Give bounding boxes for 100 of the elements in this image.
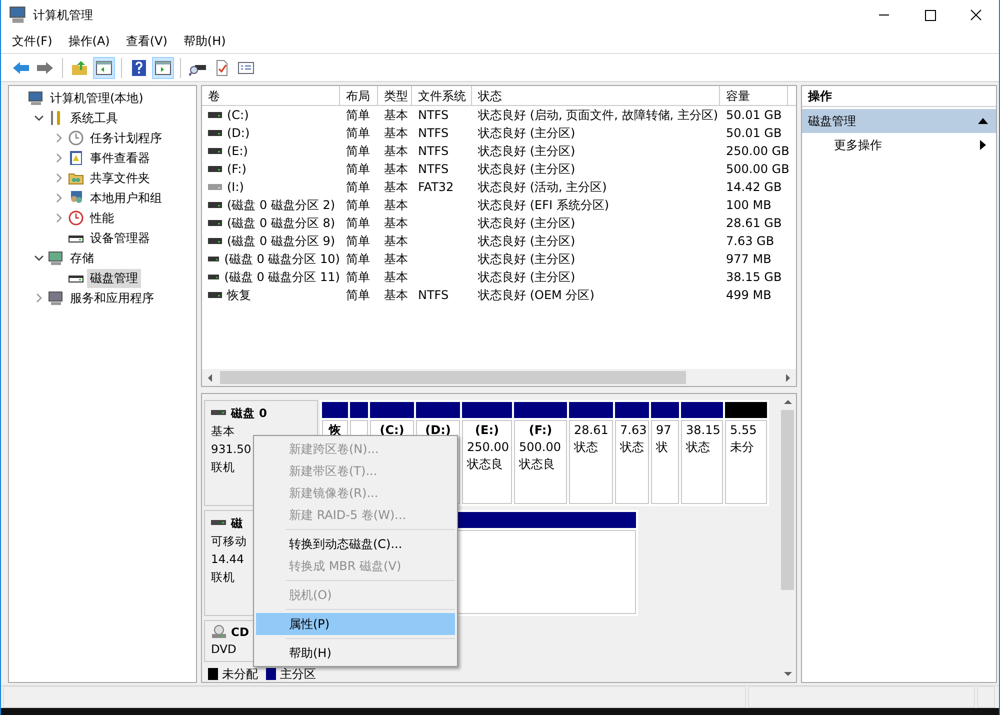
actions-section[interactable]: 磁盘管理 [802, 109, 996, 133]
status-cell: 状态良好 (主分区) [478, 160, 576, 178]
action-link[interactable]: 更多操作 [834, 136, 882, 154]
disk-info: 联机 [211, 459, 235, 475]
layout-cell: 简单 [346, 214, 370, 232]
chevron-right-icon[interactable] [54, 213, 64, 223]
partition-box[interactable]: 97 状 [651, 420, 679, 504]
partition-size: 5.55 [730, 422, 758, 439]
pane-icon[interactable] [93, 56, 115, 78]
chevron-right-icon[interactable] [54, 173, 64, 183]
layout-cell: 简单 [346, 106, 370, 124]
filesystem-cell: NTFS [418, 126, 449, 140]
layout-cell: 简单 [346, 178, 370, 196]
type-cell: 基本 [384, 286, 408, 304]
tree-item[interactable]: 存储 [67, 248, 97, 268]
capacity-cell: 499 MB [726, 288, 772, 302]
type-cell: 基本 [384, 142, 408, 160]
window-title: 计算机管理 [33, 6, 93, 24]
chevron-down-icon[interactable] [34, 253, 44, 263]
log-icon [68, 150, 84, 166]
gauge-icon [68, 210, 84, 226]
menu-item[interactable]: 操作(A) [68, 33, 110, 50]
scrollbar-thumb[interactable] [220, 371, 686, 384]
column-header[interactable]: 容量 [720, 86, 788, 105]
chevron-right-icon[interactable] [54, 193, 64, 203]
partition-status: 状 [656, 439, 669, 456]
status-cell: 状态良好 (EFI 系统分区) [478, 196, 610, 214]
capacity-cell: 977 MB [726, 252, 772, 266]
partition-status: 状态 [686, 439, 711, 456]
capacity-cell: 7.63 GB [726, 234, 774, 248]
chevron-right-icon[interactable] [54, 153, 64, 163]
tree-item[interactable]: 本地用户和组 [87, 188, 165, 208]
pane-icon[interactable] [152, 56, 174, 78]
partition-box[interactable]: (E:) 250.00 状态良 [462, 420, 512, 504]
collapse-triangle-icon[interactable] [978, 117, 988, 125]
status-cell: 状态良好 (主分区) [478, 142, 576, 160]
partition-status: 状态良 [519, 456, 556, 473]
status-cell: 状态良好 (主分区) [478, 214, 576, 232]
filesystem-cell: NTFS [418, 162, 449, 176]
column-header[interactable]: 卷 [202, 86, 340, 105]
partition-box[interactable]: 38.15 状态 [681, 420, 723, 504]
clock-icon [68, 130, 84, 146]
filesystem-cell: NTFS [418, 144, 449, 158]
layout-cell: 简单 [346, 250, 370, 268]
disk-info: 可移动 [211, 533, 247, 549]
scrollbar-thumb[interactable] [781, 410, 794, 590]
volume-cell: (磁盘 0 磁盘分区 9) [227, 232, 336, 250]
disk-info: DVD [211, 641, 236, 657]
partition-box[interactable]: 28.61 状态 [569, 420, 613, 504]
tree-item[interactable]: 事件查看器 [87, 148, 153, 168]
menu-item[interactable]: 转换到动态磁盘(C)... [256, 533, 455, 555]
partition-status: 状态 [574, 439, 599, 456]
users-icon [68, 190, 84, 206]
menu-item[interactable]: 文件(F) [12, 33, 52, 50]
column-header[interactable]: 布局 [340, 86, 378, 105]
partition-box[interactable]: (F:) 500.00 状态良 [514, 420, 567, 504]
computer-icon [9, 6, 27, 24]
tree-item[interactable]: 设备管理器 [87, 228, 153, 248]
type-cell: 基本 [384, 196, 408, 214]
partition-label: 恢 [328, 422, 342, 439]
partition-size: 7.63 [620, 422, 644, 439]
volume-cell: (C:) [227, 108, 249, 122]
tree-item[interactable]: 任务计划程序 [87, 128, 165, 148]
disk-info: 联机 [211, 569, 235, 585]
chevron-down-icon[interactable] [34, 113, 44, 123]
column-header[interactable]: 文件系统 [412, 86, 472, 105]
disk-info: 基本 [211, 423, 235, 439]
capacity-cell: 50.01 GB [726, 108, 782, 122]
partition-status: 状态良 [467, 456, 504, 473]
layout-cell: 简单 [346, 160, 370, 178]
menu-item[interactable]: 帮助(H) [183, 33, 226, 50]
partition-status: 状态 [620, 439, 644, 456]
column-header[interactable]: 状态 [472, 86, 720, 105]
capacity-cell: 14.42 GB [726, 180, 782, 194]
status-cell: 状态良好 (主分区) [478, 268, 576, 286]
partition-label: (F:) [528, 422, 554, 439]
partition-box[interactable]: 7.63 状态 [615, 420, 649, 504]
tree-item[interactable]: 共享文件夹 [87, 168, 153, 188]
partition-box[interactable]: 5.55 未分 [725, 420, 767, 504]
menu-item[interactable]: 查看(V) [126, 33, 168, 50]
volume-cell: (E:) [227, 144, 248, 158]
tree-item[interactable]: 计算机管理(本地) [47, 88, 146, 108]
tree-item[interactable]: 服务和应用程序 [67, 288, 157, 308]
tree-item[interactable]: 磁盘管理 [87, 268, 141, 288]
layout-cell: 简单 [346, 142, 370, 160]
filesystem-cell: FAT32 [418, 180, 454, 194]
layout-cell: 简单 [346, 124, 370, 142]
volume-cell: (D:) [227, 126, 250, 140]
chevron-right-icon[interactable] [54, 133, 64, 143]
computer-icon [28, 90, 44, 106]
menu-item[interactable]: 帮助(H) [256, 642, 455, 664]
tree-item[interactable]: 系统工具 [67, 108, 121, 128]
status-cell: 状态良好 (主分区) [478, 250, 576, 268]
chevron-right-icon[interactable] [34, 293, 44, 303]
menu-item[interactable]: 属性(P) [256, 613, 455, 635]
status-cell: 状态良好 (主分区) [478, 232, 576, 250]
tree-item[interactable]: 性能 [87, 208, 117, 228]
volume-cell: (F:) [227, 162, 246, 176]
capacity-cell: 250.00 GB [726, 144, 790, 158]
column-header[interactable]: 类型 [378, 86, 412, 105]
